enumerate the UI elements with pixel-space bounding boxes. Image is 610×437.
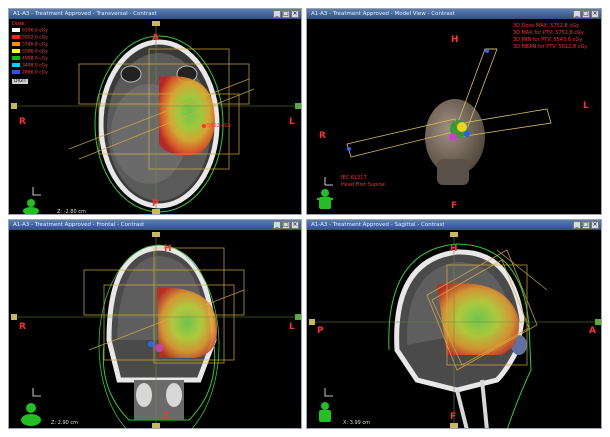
legend-swatch <box>12 56 20 60</box>
minimize-button[interactable]: _ <box>573 10 581 18</box>
orientation-head: H <box>164 244 172 254</box>
slice-coordinate: X: 3.99 cm <box>343 420 371 426</box>
sagittal-view-panel[interactable]: A1-A3 - Treatment Approved - Sagittal - … <box>306 219 602 429</box>
slice-coordinate: Z: -2.80 cm <box>57 209 86 215</box>
legend-badge: DIGIT <box>12 79 29 84</box>
minimize-button[interactable]: _ <box>573 221 581 229</box>
orientation-left: L <box>583 101 589 111</box>
frontal-image[interactable]: H F R L Z: 2.90 cm <box>9 230 301 428</box>
maximize-button[interactable]: □ <box>582 221 590 229</box>
legend-swatch <box>12 70 20 74</box>
legend-row: 4998.0 cGy <box>12 56 48 62</box>
sagittal-ct-slice <box>309 232 601 428</box>
orientation-left: L <box>289 117 295 127</box>
legend-swatch <box>12 28 20 32</box>
close-button[interactable]: × <box>291 10 299 18</box>
orientation-head: H <box>451 35 459 45</box>
orientation-right: R <box>19 117 26 127</box>
orientation-left: L <box>289 322 295 332</box>
model-3d-view[interactable]: H F R L 3D Dose MAX: 5752.8 cGy 3D MAX f… <box>307 19 601 214</box>
frontal-view-panel[interactable]: A1-A3 - Treatment Approved - Frontal - C… <box>8 219 302 429</box>
orientation-feet: F <box>451 201 458 211</box>
dose-legend-title: Dose <box>12 21 25 27</box>
orientation-feet: F <box>164 412 171 422</box>
window-controls: _ □ × <box>573 10 599 18</box>
orientation-posterior: P <box>152 199 159 209</box>
dose-stat: 3D Dose MAX: 5752.8 cGy <box>513 23 579 29</box>
sagittal-title: A1-A3 - Treatment Approved - Sagittal - … <box>307 220 601 230</box>
legend-row: 5586.0 cGy <box>12 49 48 55</box>
orientation-feet: F <box>450 412 457 422</box>
dose-stat: 3D MAX for PTV: 5752.8 cGy <box>513 30 584 36</box>
legend-row: 6396.0 cGy <box>12 28 48 34</box>
orientation-right: R <box>319 131 326 141</box>
orientation-right: R <box>19 322 26 332</box>
orientation-posterior: P <box>317 326 324 336</box>
window-controls: _ □ × <box>273 221 299 229</box>
sagittal-image[interactable]: H F P A X: 3.99 cm <box>307 230 601 428</box>
dose-point-label: 5952 cGy <box>207 123 231 129</box>
transversal-ct-slice <box>11 21 301 214</box>
close-button[interactable]: × <box>291 221 299 229</box>
frontal-title: A1-A3 - Treatment Approved - Frontal - C… <box>9 220 301 230</box>
model-view-panel[interactable]: A1-A3 - Treatment Approved - Model View … <box>306 8 602 215</box>
legend-swatch <box>12 49 20 53</box>
transversal-image[interactable]: A P R L Z: -2.80 cm 5952 cGy Dose 6396.0… <box>9 19 301 214</box>
legend-row: 3498.0 cGy <box>12 63 48 69</box>
transversal-title: A1-A3 - Treatment Approved - Transversal… <box>9 9 301 19</box>
legend-swatch <box>12 63 20 67</box>
dose-stat: 3D MIN for PTV: 5543.6 cGy <box>513 37 583 43</box>
window-controls: _ □ × <box>573 221 599 229</box>
legend-row: 5952.0 cGy <box>12 35 48 41</box>
legend-swatch <box>12 35 20 39</box>
orientation-anterior: A <box>589 326 596 336</box>
slice-coordinate: Z: 2.90 cm <box>51 420 79 426</box>
minimize-button[interactable]: _ <box>273 10 281 18</box>
transversal-view-panel[interactable]: A1-A3 - Treatment Approved - Transversal… <box>8 8 302 215</box>
dose-stat: 3D MEAN for PTV: 5612.8 cGy <box>513 44 588 50</box>
maximize-button[interactable]: □ <box>282 221 290 229</box>
window-controls: _ □ × <box>273 10 299 18</box>
legend-row: 5746.8 cGy <box>12 42 48 48</box>
maximize-button[interactable]: □ <box>582 10 590 18</box>
legend-row: 2886.0 cGy <box>12 70 48 76</box>
orientation-head: H <box>450 244 458 254</box>
frontal-ct-slice <box>11 232 301 428</box>
legend-swatch <box>12 42 20 46</box>
orientation-anterior: A <box>152 33 159 43</box>
patient-position-label: Head First Supine <box>341 182 385 188</box>
minimize-button[interactable]: _ <box>273 221 281 229</box>
maximize-button[interactable]: □ <box>282 10 290 18</box>
coordinate-system-label: IEC 61217 <box>341 175 367 181</box>
model-view-title: A1-A3 - Treatment Approved - Model View … <box>307 9 601 19</box>
close-button[interactable]: × <box>591 221 599 229</box>
close-button[interactable]: × <box>591 10 599 18</box>
